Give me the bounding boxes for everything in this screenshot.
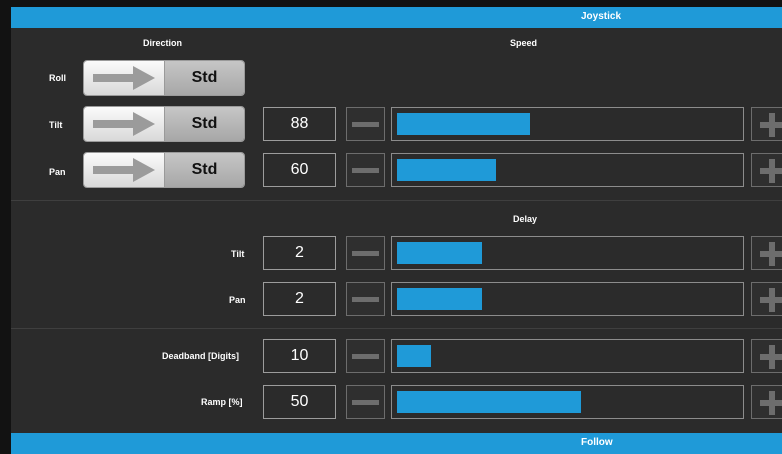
plus-icon-vertical [769, 345, 775, 369]
roll-direction-button[interactable]: Std [83, 60, 245, 96]
speed-pan-slider[interactable] [391, 153, 744, 187]
speed-pan-minus-button[interactable] [346, 153, 385, 187]
slider-fill [397, 242, 482, 264]
delay-pan-slider[interactable] [391, 282, 744, 316]
roll-std-label: Std [164, 61, 244, 95]
minus-icon [352, 250, 379, 256]
delay-pan-plus-button[interactable] [751, 282, 782, 316]
arrow-right-icon [93, 158, 155, 182]
pan-std-label: Std [164, 153, 244, 187]
tilt-direction-label: Tilt [49, 120, 63, 130]
section-divider [11, 328, 782, 329]
roll-label: Roll [49, 73, 66, 83]
minus-icon [352, 121, 379, 127]
deadband-value[interactable]: 10 [263, 339, 336, 373]
delay-pan-label: Pan [229, 295, 246, 305]
ramp-label: Ramp [%] [201, 397, 243, 407]
section-divider [11, 200, 782, 201]
delay-column-label: Delay [513, 214, 538, 224]
speed-tilt-minus-button[interactable] [346, 107, 385, 141]
joystick-panel: Joystick Direction Speed Roll Std Tilt S… [11, 7, 782, 454]
tilt-std-label: Std [164, 107, 244, 141]
delay-pan-value[interactable]: 2 [263, 282, 336, 316]
pan-direction-label: Pan [49, 167, 66, 177]
ramp-value[interactable]: 50 [263, 385, 336, 419]
speed-tilt-slider[interactable] [391, 107, 744, 141]
roll-arrow-area [84, 61, 164, 95]
speed-tilt-value[interactable]: 88 [263, 107, 336, 141]
slider-fill [397, 288, 482, 310]
header-title: Joystick [581, 11, 622, 22]
slider-fill [397, 345, 431, 367]
ramp-minus-button[interactable] [346, 385, 385, 419]
minus-icon [352, 399, 379, 405]
slider-fill [397, 159, 496, 181]
follow-footer[interactable]: Follow [11, 433, 782, 454]
arrow-right-icon [93, 66, 155, 90]
delay-pan-minus-button[interactable] [346, 282, 385, 316]
arrow-right-icon [93, 112, 155, 136]
deadband-slider[interactable] [391, 339, 744, 373]
slider-fill [397, 391, 581, 413]
speed-column-label: Speed [510, 38, 538, 48]
tilt-arrow-area [84, 107, 164, 141]
delay-tilt-label: Tilt [231, 249, 245, 259]
deadband-minus-button[interactable] [346, 339, 385, 373]
minus-icon [352, 296, 379, 302]
speed-tilt-plus-button[interactable] [751, 107, 782, 141]
plus-icon-vertical [769, 159, 775, 183]
delay-tilt-value[interactable]: 2 [263, 236, 336, 270]
deadband-plus-button[interactable] [751, 339, 782, 373]
plus-icon-vertical [769, 391, 775, 415]
footer-title: Follow [581, 437, 613, 448]
slider-fill [397, 113, 530, 135]
delay-tilt-plus-button[interactable] [751, 236, 782, 270]
delay-tilt-minus-button[interactable] [346, 236, 385, 270]
speed-pan-value[interactable]: 60 [263, 153, 336, 187]
ramp-plus-button[interactable] [751, 385, 782, 419]
ramp-slider[interactable] [391, 385, 744, 419]
plus-icon-vertical [769, 242, 775, 266]
speed-pan-plus-button[interactable] [751, 153, 782, 187]
delay-tilt-slider[interactable] [391, 236, 744, 270]
plus-icon-vertical [769, 113, 775, 137]
joystick-header[interactable]: Joystick [11, 7, 782, 28]
tilt-direction-button[interactable]: Std [83, 106, 245, 142]
pan-arrow-area [84, 153, 164, 187]
pan-direction-button[interactable]: Std [83, 152, 245, 188]
minus-icon [352, 353, 379, 359]
deadband-label: Deadband [Digits] [162, 351, 240, 361]
direction-column-label: Direction [143, 38, 183, 48]
minus-icon [352, 167, 379, 173]
plus-icon-vertical [769, 288, 775, 312]
